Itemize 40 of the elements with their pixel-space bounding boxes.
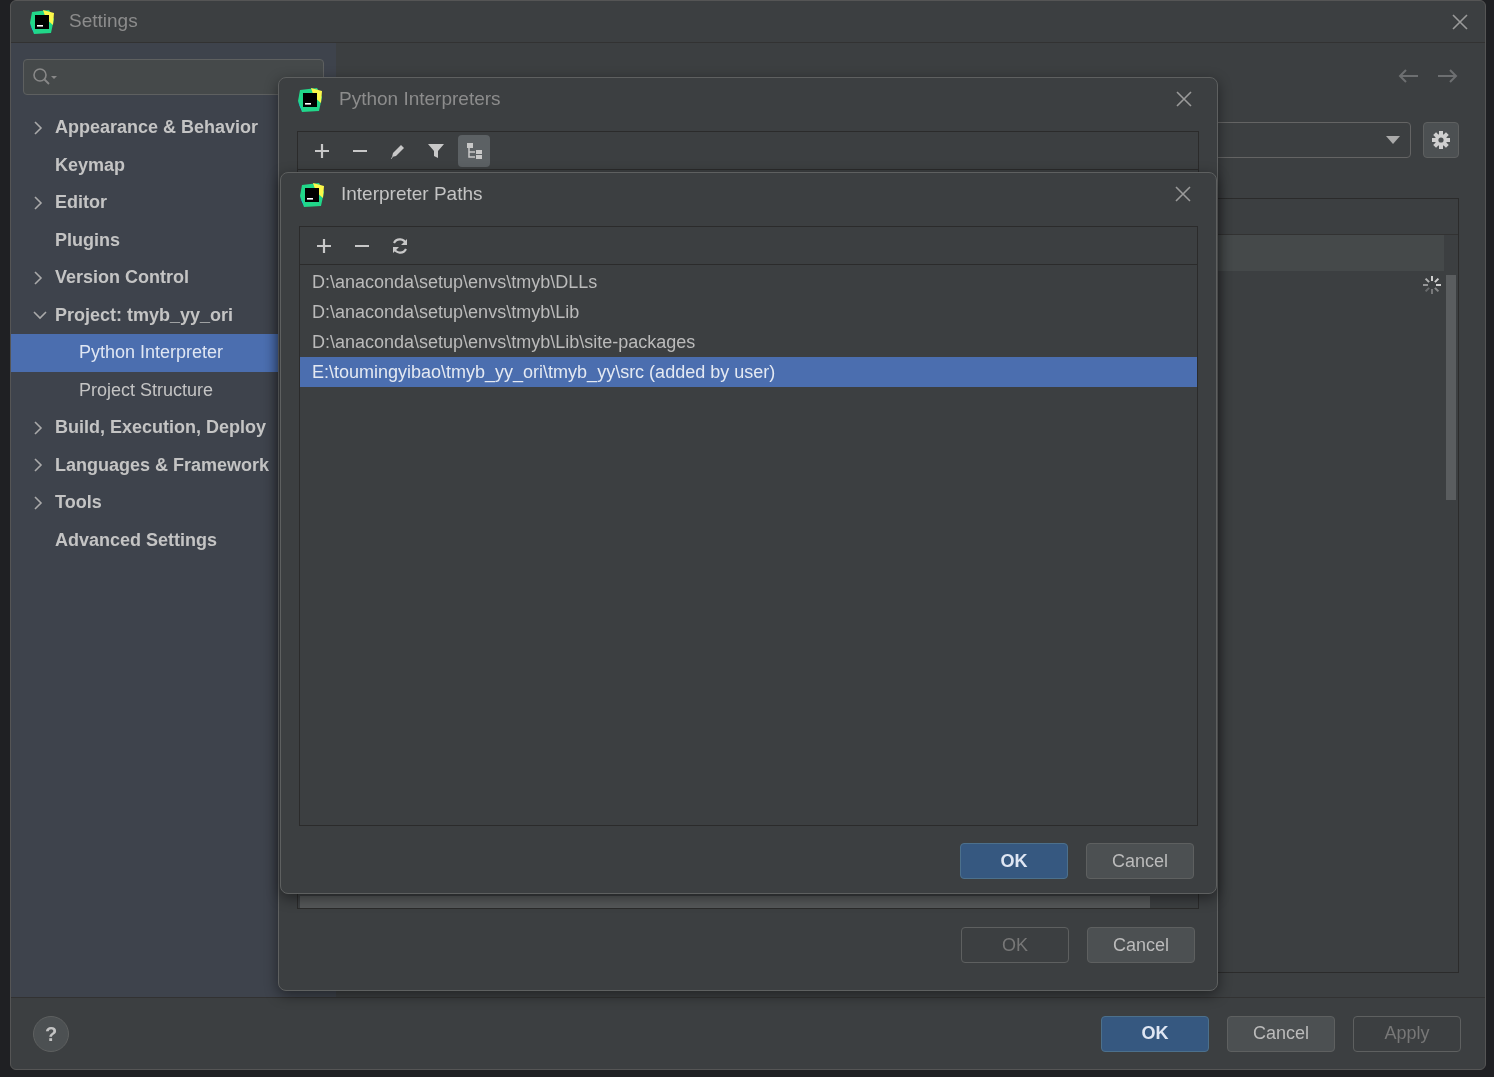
tree-button[interactable]	[458, 134, 490, 167]
remove-icon	[353, 243, 371, 248]
dialog-title: Python Interpreters	[339, 86, 501, 111]
add-icon	[315, 236, 333, 255]
sidebar-item[interactable]: Appearance & Behavior	[11, 109, 336, 147]
app-logo-icon	[299, 181, 325, 208]
filter-icon	[427, 141, 445, 160]
dialog-button[interactable]: Cancel	[1227, 1015, 1335, 1052]
sidebar-item[interactable]: Editor	[11, 184, 336, 222]
search-field[interactable]	[23, 59, 324, 95]
remove-icon	[351, 148, 369, 153]
close-icon	[1174, 185, 1192, 203]
dialog-button[interactable]: OK	[1101, 1015, 1209, 1052]
loading-spinner-icon	[1422, 275, 1442, 295]
path-item[interactable]: D:\anaconda\setup\envs\tmyb\DLLs	[300, 267, 1197, 297]
dialog-button[interactable]: Cancel	[1087, 927, 1195, 963]
scrollbar[interactable]	[1446, 275, 1456, 500]
dialog-button[interactable]: OK	[960, 843, 1068, 879]
sidebar-item[interactable]: Tools	[11, 484, 336, 522]
dialog-button[interactable]: Cancel	[1086, 843, 1194, 879]
help-button[interactable]: ?	[33, 1015, 69, 1052]
dialog-title: Interpreter Paths	[341, 181, 483, 206]
refresh-icon	[391, 236, 409, 255]
app-logo-icon	[29, 9, 55, 36]
path-item[interactable]: E:\toumingyibao\tmyb_yy_ori\tmyb_yy\src (added by user)	[300, 357, 1197, 387]
settings-button[interactable]	[1423, 122, 1459, 158]
sidebar-item[interactable]: Build, Execution, Deploy	[11, 409, 336, 447]
sidebar-item[interactable]: Languages & Framework	[11, 446, 336, 484]
collapse-chevron-icon[interactable]	[33, 310, 47, 321]
scrollbar[interactable]	[300, 896, 1150, 908]
window-title: Settings	[69, 9, 138, 34]
search-icon	[32, 67, 58, 87]
settings-icon	[1431, 130, 1451, 150]
close-icon	[1175, 90, 1193, 108]
tree-icon	[465, 141, 483, 160]
app-logo-icon	[297, 86, 323, 113]
path-item[interactable]: D:\anaconda\setup\envs\tmyb\Lib	[300, 297, 1197, 327]
add-icon	[313, 141, 331, 160]
caret-icon	[1386, 136, 1400, 144]
close-icon	[1451, 12, 1469, 31]
